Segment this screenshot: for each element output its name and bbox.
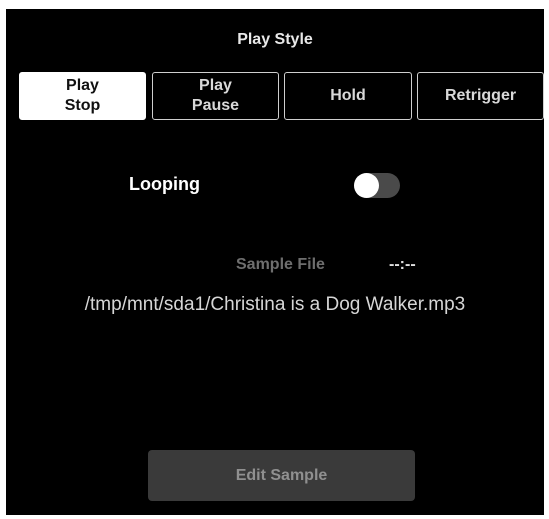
play-style-title: Play Style <box>237 31 313 48</box>
toggle-knob <box>354 173 379 198</box>
play-settings-panel: Play Style Play Stop Play Pause Hold Ret… <box>6 9 544 515</box>
retrigger-button[interactable]: Retrigger <box>417 72 544 120</box>
looping-label: Looping <box>129 174 200 194</box>
sample-file-path: /tmp/mnt/sda1/Christina is a Dog Walker.… <box>84 294 466 315</box>
sample-file-label: Sample File <box>236 256 325 273</box>
looping-toggle[interactable] <box>354 173 400 198</box>
play-pause-button[interactable]: Play Pause <box>152 72 279 120</box>
sample-duration: --:-- <box>389 256 416 273</box>
hold-button[interactable]: Hold <box>284 72 412 120</box>
play-stop-button[interactable]: Play Stop <box>19 72 146 120</box>
edit-sample-button[interactable]: Edit Sample <box>148 450 415 501</box>
